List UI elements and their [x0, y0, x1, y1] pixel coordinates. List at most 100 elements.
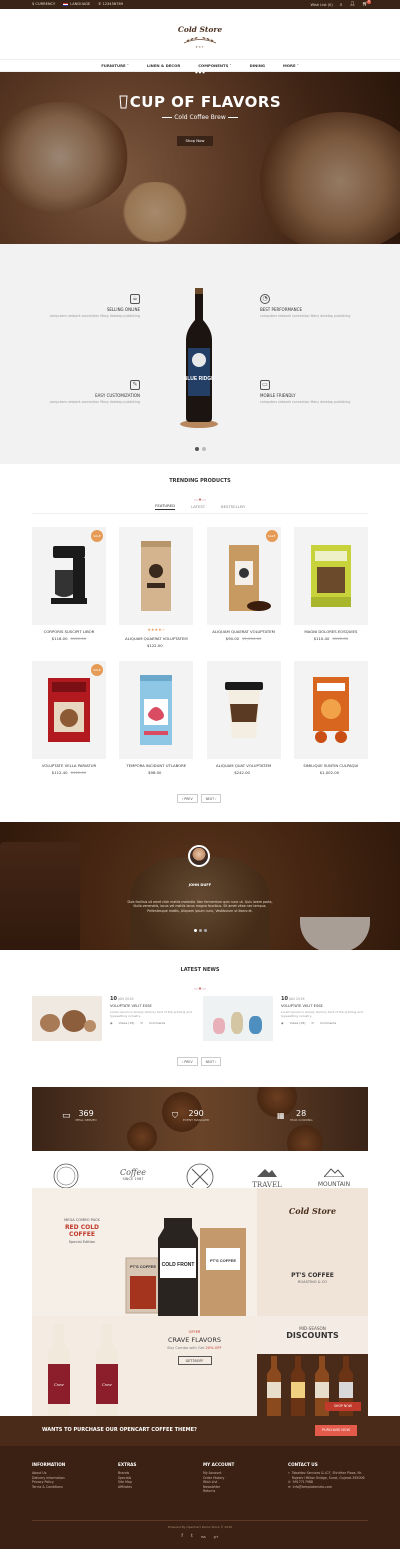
product-card[interactable]: ★★★★☆ ALIQUAM QUAERAT VOLUPTATEM $122.00 [119, 527, 194, 648]
counters-section: ▭ 369 MEAL SERVED ⛉ 290 EVENT MANAGED ▦ 28… [32, 1087, 368, 1151]
coffee-bottles-image: PT'S COFFEE COLD FRONT PT'S COFFEE [125, 1218, 246, 1316]
product-image[interactable] [293, 661, 368, 759]
footer-col-extras: EXTRAS Brands Specials Site Map Affiliat… [118, 1462, 137, 1490]
product-card[interactable]: ALIQUAM QUAT VOLUPTATEM $242.00 [206, 661, 281, 775]
banner-crave-flavors[interactable]: Crave Crave OFFER CRAVE FLAVORS Buy Comb… [32, 1316, 257, 1416]
slider-dot-active[interactable] [195, 447, 199, 451]
product-image[interactable] [119, 527, 194, 625]
product-price: $242.00 [234, 770, 250, 775]
currency-dropdown[interactable]: $ CURRENCY [32, 2, 55, 6]
product-name[interactable]: ALIQUAM QUAERAT VOLUPTATEM [207, 629, 281, 634]
nav-item-more[interactable]: MORE ˅ [283, 63, 299, 68]
slider-dot-active[interactable] [194, 929, 197, 932]
next-button[interactable]: NEXT › [200, 1057, 222, 1066]
product-name[interactable]: ALIQUAM QUAT VOLUPTATEM [207, 763, 281, 768]
twitter-icon[interactable]: t [191, 1534, 193, 1539]
news-title-link[interactable]: VOLUPTATE VELIT ESSE [281, 1004, 363, 1008]
brush-icon: ✎ [130, 380, 140, 390]
footer-col-my-account: MY ACCOUNT My Account Order History Wish… [203, 1462, 235, 1494]
sale-badge: SALE [91, 664, 103, 676]
laptop-icon: ▭ [260, 380, 270, 390]
svg-text:COLD FRONT: COLD FRONT [162, 1262, 195, 1268]
news-pager: ‹ PREV NEXT › [177, 1057, 222, 1066]
nav-item-furniture[interactable]: FURNITURE ˅ [101, 63, 129, 68]
wishlist-link[interactable]: Wish List (0) [310, 3, 332, 7]
purchase-now-button[interactable]: PURCHASE NOW [315, 1425, 357, 1436]
product-image[interactable] [119, 661, 194, 759]
product-card[interactable]: SALE VOLUPTATE VELLA PARIATUR $112.40 $122.… [32, 661, 106, 775]
chevron-down-icon: ˅ [296, 63, 299, 68]
monitor-icon: ▭ [62, 1110, 71, 1121]
prev-button[interactable]: ‹ PREV [177, 1057, 198, 1066]
product-name[interactable]: TEMPORA INCIDUNT UTLABORE [119, 763, 193, 768]
tab-latest[interactable]: LATEST [191, 504, 205, 509]
logo[interactable]: Cold Store EST [172, 15, 228, 57]
footer-link[interactable]: Returns [203, 1489, 234, 1494]
feature-easy-customization: ✎ EASY CUSTOMIZATION computers network c… [49, 380, 140, 404]
banner-pts-coffee[interactable]: Cold Store PT'S COFFEE ROASTING & CO [257, 1188, 368, 1316]
gauge-icon: ◔ [260, 294, 270, 304]
user-icon[interactable]: 👤︎ [350, 2, 356, 7]
logo-caption: EST [195, 45, 205, 49]
product-image[interactable]: SALE [206, 527, 281, 625]
counter-meals: ▭ 369 MEAL SERVED [62, 1109, 97, 1122]
product-image[interactable] [206, 661, 281, 759]
tab-bestseller[interactable]: BESTSELLER [221, 504, 245, 509]
facebook-icon[interactable]: f [181, 1534, 183, 1539]
product-card[interactable]: SALE ALIQUAM QUAERAT VOLUPTATEM $90.00 $1,0… [206, 527, 281, 641]
banner-mid-season[interactable]: MID-SEASON DISCOUNTS SHOP NOW [257, 1316, 368, 1416]
shop-now-button[interactable]: Shop Now [177, 136, 213, 146]
prev-button[interactable]: ‹ PREV [177, 794, 198, 803]
beer-bottle-image: BLUE RIDGE [180, 288, 218, 428]
product-pager: ‹ PREV NEXT › [177, 794, 222, 803]
hero-title: CUP OF FLAVORS [90, 93, 310, 111]
product-name[interactable]: SIMILIQUE SUNTIN CULPAQUI [294, 763, 368, 768]
bottle-label: BLUE RIDGE [184, 376, 216, 382]
rss-icon[interactable]: rss [201, 1535, 206, 1539]
tab-featured[interactable]: FEATURED [155, 503, 176, 510]
google-plus-icon[interactable]: g+ [214, 1535, 219, 1539]
promo-banners: MEGA COMBO PACK RED COLD COFFEE Special … [32, 1188, 368, 1416]
product-card[interactable]: MAGNI DOLORES EOSQUIES $110.40 $122.00 [293, 527, 368, 641]
ornament-icon [194, 976, 206, 990]
product-image[interactable]: SALE [32, 527, 106, 625]
rating-stars: ★★★★☆ [147, 627, 166, 632]
product-name[interactable]: MAGNI DOLORES EOSQUIES [294, 629, 368, 634]
news-image-vases [203, 996, 273, 1041]
cart-icon[interactable]: 🛒︎ 0 [362, 0, 371, 7]
feature-best-performance: ◔ BEST PERFORMANCE computers network con… [260, 294, 351, 318]
news-title-link[interactable]: VOLUPTATE VELIT ESSE [110, 1004, 192, 1008]
slider-dot[interactable] [204, 929, 207, 932]
product-image[interactable]: SALE [32, 661, 106, 759]
footer-col-contact: CONTACT US ⌖ Tabaldez Services & LCF, Shr… [288, 1462, 365, 1490]
phone-link[interactable]: ✆ 123456789 [98, 2, 123, 6]
product-name[interactable]: VOLUPTATE VELLA PARIATUR [32, 763, 106, 768]
search-icon[interactable]: ⌕ [340, 2, 343, 8]
news-item[interactable]: 10 JAN 2016 VOLUPTATE VELIT ESSE Lorem I… [32, 996, 192, 1041]
shop-now-button[interactable]: SHOP NOW [325, 1402, 361, 1411]
product-image[interactable] [293, 527, 368, 625]
email-link[interactable]: info@templatemela.com [293, 1485, 332, 1490]
product-card[interactable]: TEMPORA INCIDUNT UTLABORE $98.00 [119, 661, 194, 775]
product-price: $1,002.00 [319, 770, 340, 775]
news-item[interactable]: 10 JAN 2016 VOLUPTATE VELIT ESSE Lorem I… [203, 996, 363, 1041]
product-card[interactable]: SIMILIQUE SUNTIN CULPAQUI $1,002.00 [293, 661, 368, 775]
flag-icon [63, 2, 69, 6]
language-dropdown[interactable]: LANGUAGE [63, 2, 90, 6]
features-section: ☕︎ SELLING ONLINE computers network conn… [0, 244, 400, 464]
next-button[interactable]: NEXT › [200, 794, 222, 803]
product-name[interactable]: ALIQUAM QUAERAT VOLUPTATEM [119, 636, 193, 641]
banner-red-cold-coffee[interactable]: MEGA COMBO PACK RED COLD COFFEE Special … [32, 1188, 257, 1316]
product-price: $112.40 $122.00 [51, 770, 87, 775]
nav-item-dining[interactable]: DINING [250, 63, 265, 68]
slider-dot[interactable] [202, 447, 206, 451]
slider-dot[interactable] [199, 929, 202, 932]
product-name[interactable]: CORPORIS SUSCIPIT LIBOR [32, 629, 106, 634]
footer-link[interactable]: Affiliates [118, 1485, 136, 1490]
footer-link[interactable]: Terms & Conditions [32, 1485, 65, 1490]
coupon-button[interactable]: GET35OFF [177, 1356, 212, 1365]
product-card[interactable]: SALE CORPORIS SUSCIPIT LIBOR $116.00 $122.0… [32, 527, 106, 641]
cup-icon: ☕︎ [130, 294, 140, 304]
svg-text:PT'S COFFEE: PT'S COFFEE [130, 1264, 156, 1269]
product-price: $122.00 [146, 643, 163, 648]
